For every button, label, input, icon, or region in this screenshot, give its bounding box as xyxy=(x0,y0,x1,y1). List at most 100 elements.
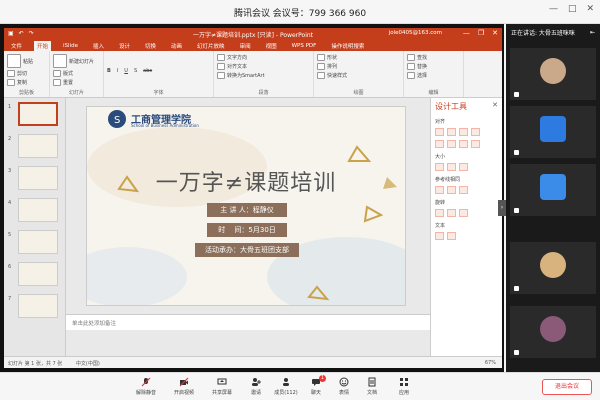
tab-insert[interactable]: 插入 xyxy=(90,41,107,51)
paste-button[interactable]: 粘贴 xyxy=(7,54,46,68)
text-tool-icon[interactable] xyxy=(447,232,456,240)
slide-thumbnail-5[interactable] xyxy=(18,230,58,254)
unmute-button[interactable]: 解除静音 xyxy=(130,377,162,396)
shadow-button[interactable]: S xyxy=(134,68,137,74)
tab-file[interactable]: 文件 xyxy=(8,41,25,51)
minimize-button[interactable]: — xyxy=(549,4,558,14)
ppt-minimize-icon[interactable]: — xyxy=(463,29,470,37)
tab-wps-pdf[interactable]: WPS PDF xyxy=(289,42,320,50)
participant-tile[interactable] xyxy=(510,48,596,100)
select-button[interactable]: 选择 xyxy=(407,72,460,79)
maximize-button[interactable]: □ xyxy=(568,4,577,14)
align-center-icon[interactable] xyxy=(447,128,456,136)
arrange-button[interactable]: 排列 xyxy=(317,63,400,70)
ppt-restore-icon[interactable]: ❐ xyxy=(478,29,484,37)
guide-icon[interactable] xyxy=(435,186,444,194)
apps-button[interactable]: 应用 xyxy=(388,377,420,396)
find-button[interactable]: 查找 xyxy=(407,54,460,61)
quick-styles-button[interactable]: 快速样式 xyxy=(317,72,400,79)
presenter-line: 主 讲 人：程静仪 xyxy=(207,203,287,217)
guide-icon[interactable] xyxy=(447,186,456,194)
invite-button[interactable]: 邀请 xyxy=(240,377,272,396)
italic-button[interactable]: I xyxy=(117,68,118,74)
participant-tile[interactable] xyxy=(510,164,596,216)
flip-icon[interactable] xyxy=(459,209,468,217)
text-tool-icon[interactable] xyxy=(435,232,444,240)
tab-home[interactable]: 开始 xyxy=(34,40,52,51)
date-label: 时 间： xyxy=(218,226,249,234)
tab-design[interactable]: 设计 xyxy=(116,41,133,51)
new-slide-button[interactable]: 新建幻灯片 xyxy=(53,54,100,68)
reset-icon xyxy=(53,79,61,86)
replace-button[interactable]: 替换 xyxy=(407,63,460,70)
distribute-h-icon[interactable] xyxy=(459,140,468,148)
rotate-left-icon[interactable] xyxy=(435,209,444,217)
presenter-value: 程静仪 xyxy=(252,206,274,214)
tab-view[interactable]: 视图 xyxy=(263,41,280,51)
tell-me-search[interactable]: 操作说明搜索 xyxy=(328,41,367,51)
same-width-icon[interactable] xyxy=(435,163,444,171)
ppt-titlebar: ▣ ↶ ↷ 一万字≠课题培训.pptx [只读] - PowerPoint jo… xyxy=(4,28,502,40)
text-direction-button[interactable]: 文字方向 xyxy=(217,54,310,61)
mic-icon xyxy=(514,92,519,97)
align-top-icon[interactable] xyxy=(471,128,480,136)
smartart-button[interactable]: 转换为SmartArt xyxy=(217,72,310,79)
mic-icon xyxy=(514,286,519,291)
slide-main-title: 一万字≠课题培训 xyxy=(155,171,337,196)
align-right-icon[interactable] xyxy=(459,128,468,136)
tab-slideshow[interactable]: 幻灯片放映 xyxy=(194,41,228,51)
layout-icon xyxy=(53,70,61,77)
documents-button[interactable]: 文档 xyxy=(356,377,388,396)
leave-meeting-button[interactable]: 退出会议 xyxy=(542,379,592,395)
panel-toggle-icon[interactable]: ⇤ xyxy=(590,29,595,36)
slide-thumbnail-7[interactable] xyxy=(18,294,58,318)
tab-transitions[interactable]: 切换 xyxy=(142,41,159,51)
tab-review[interactable]: 审阅 xyxy=(237,41,254,51)
layout-button[interactable]: 版式 xyxy=(53,70,100,77)
close-button[interactable]: ✕ xyxy=(586,4,594,14)
section-align-label: 对齐 xyxy=(435,119,446,125)
guide-icon[interactable] xyxy=(459,186,468,194)
same-height-icon[interactable] xyxy=(447,163,456,171)
slide-thumbnail-3[interactable] xyxy=(18,166,58,190)
thumb-number: 2 xyxy=(8,136,12,142)
strikethrough-button[interactable]: abc xyxy=(143,68,152,74)
account-name[interactable]: jole0405@163.com xyxy=(389,30,442,36)
reset-button[interactable]: 重置 xyxy=(53,79,100,86)
align-left-icon[interactable] xyxy=(435,128,444,136)
underline-button[interactable]: U xyxy=(124,68,128,74)
zoom-level[interactable]: 67% xyxy=(485,360,496,366)
copy-icon xyxy=(7,79,15,86)
distribute-v-icon[interactable] xyxy=(471,140,480,148)
slide-thumbnail-2[interactable] xyxy=(18,134,58,158)
share-screen-button[interactable]: 共享屏幕 xyxy=(206,377,238,396)
shapes-button[interactable]: 形状 xyxy=(317,54,400,61)
slide-thumbnail-4[interactable] xyxy=(18,198,58,222)
notes-pane[interactable]: 单击此处添加备注 xyxy=(66,314,430,330)
slide-thumbnail-1[interactable] xyxy=(18,102,58,126)
ppt-close-icon[interactable]: ✕ xyxy=(492,29,498,37)
group-clipboard: 粘贴 剪切 复制 剪贴板 xyxy=(4,51,50,97)
thumb-number: 6 xyxy=(8,264,12,270)
bold-button[interactable]: B xyxy=(107,68,111,74)
participant-tile[interactable] xyxy=(510,106,596,158)
text-tools xyxy=(431,230,502,242)
members-button[interactable]: 成员(112) xyxy=(270,377,302,396)
tab-animations[interactable]: 动画 xyxy=(168,41,185,51)
slide-thumbnail-6[interactable] xyxy=(18,262,58,286)
collapse-panel-arrow[interactable]: › xyxy=(498,200,506,216)
cut-button[interactable]: 剪切 xyxy=(7,70,46,77)
current-slide[interactable]: S 工商管理学院 School of Business Administrati… xyxy=(86,106,406,306)
align-middle-icon[interactable] xyxy=(435,140,444,148)
align-bottom-icon[interactable] xyxy=(447,140,456,148)
start-video-button[interactable]: 开启视频 xyxy=(168,377,200,396)
participant-tile[interactable] xyxy=(510,306,596,358)
same-size-icon[interactable] xyxy=(459,163,468,171)
copy-button[interactable]: 复制 xyxy=(7,79,46,86)
close-icon[interactable]: ✕ xyxy=(492,101,498,109)
invite-user-icon xyxy=(252,378,261,386)
tab-islide[interactable]: iSlide xyxy=(60,42,81,50)
align-text-button[interactable]: 对齐文本 xyxy=(217,63,310,70)
participant-tile[interactable] xyxy=(510,242,596,294)
rotate-right-icon[interactable] xyxy=(447,209,456,217)
